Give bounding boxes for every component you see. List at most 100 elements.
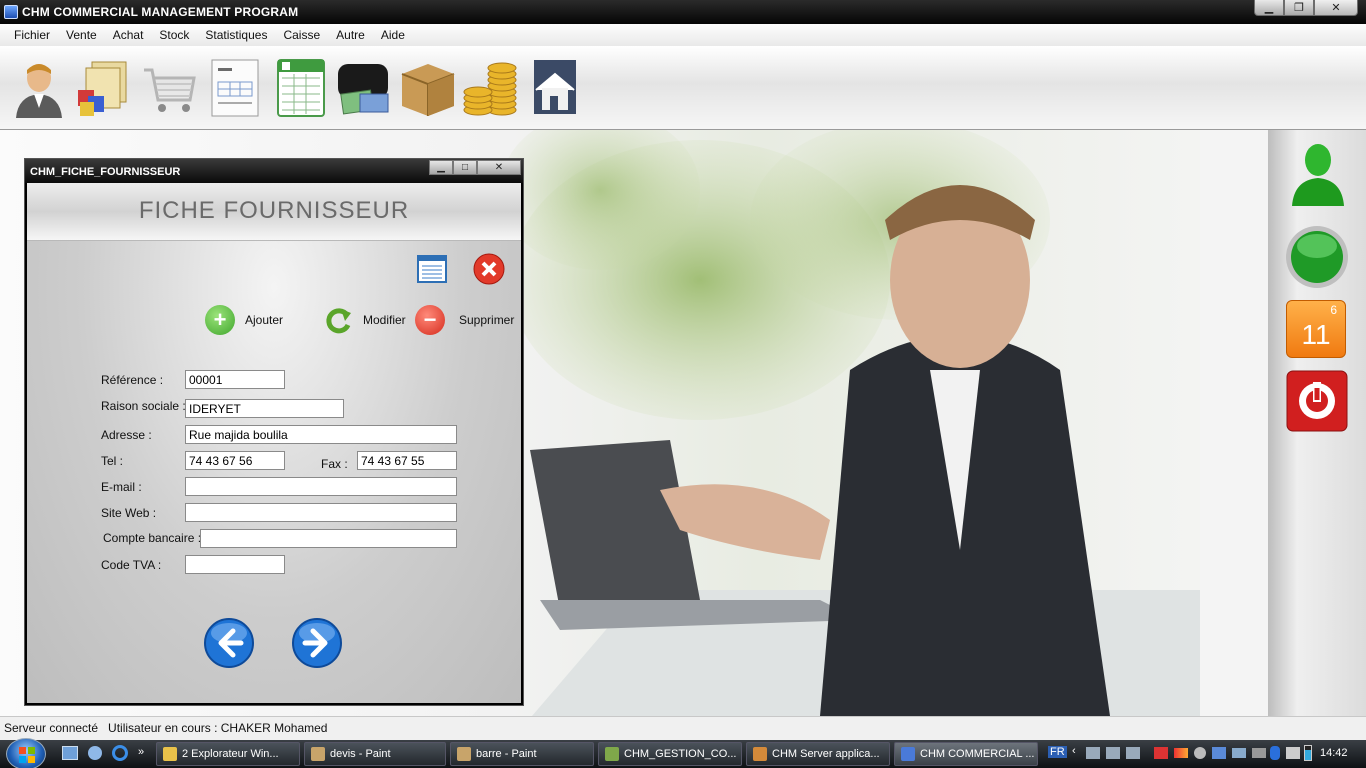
user-status-icon[interactable] [1288, 140, 1348, 208]
spreadsheet-icon[interactable] [272, 56, 330, 118]
tel-input[interactable] [185, 451, 285, 470]
raison-sociale-label: Raison sociale : [101, 399, 186, 413]
coins-icon[interactable] [462, 56, 520, 118]
cart-icon[interactable] [140, 56, 198, 118]
menu-achat[interactable]: Achat [105, 28, 152, 42]
folders-icon[interactable] [74, 56, 132, 118]
taskbar-task-chm-server[interactable]: CHM Server applica... [746, 742, 890, 766]
network-icon-3[interactable] [1126, 747, 1140, 759]
antivirus-icon[interactable] [1154, 747, 1168, 759]
previous-arrow-icon[interactable] [203, 617, 255, 669]
toolbar [0, 46, 1366, 130]
paint-icon [311, 747, 325, 761]
taskbar-task-devis-paint[interactable]: devis - Paint [304, 742, 446, 766]
show-desktop-icon[interactable] [62, 746, 78, 760]
refresh-icon [326, 308, 351, 334]
app-icon [605, 747, 619, 761]
list-icon[interactable] [417, 255, 447, 283]
settings-tray-icon[interactable] [1194, 747, 1206, 759]
restore-button[interactable]: ❐ [1284, 0, 1314, 16]
fax-input[interactable] [357, 451, 457, 470]
delete-button[interactable]: − Supprimer [415, 305, 514, 335]
menu-fichier[interactable]: Fichier [6, 28, 58, 42]
taskbar-task-barre-paint[interactable]: barre - Paint [450, 742, 594, 766]
server-icon [753, 747, 767, 761]
eject-icon[interactable] [1232, 748, 1246, 758]
minimize-button[interactable]: ▁ [1254, 0, 1284, 16]
more-chevron-icon[interactable]: » [138, 746, 144, 758]
reference-label: Référence : [101, 373, 164, 387]
taskbar-task-chm-commercial[interactable]: CHM COMMERCIAL ... [894, 742, 1038, 766]
plus-icon: + [205, 305, 235, 335]
menu-statistiques[interactable]: Statistiques [197, 28, 275, 42]
display-icon[interactable] [1212, 747, 1226, 759]
wifi-icon[interactable] [1252, 748, 1266, 758]
connection-status-icon[interactable] [1284, 224, 1350, 290]
app-titlebar: CHM COMMERCIAL MANAGEMENT PROGRAM ▁ ❐ ✕ [0, 0, 1366, 24]
paint-icon [457, 747, 471, 761]
add-button[interactable]: + Ajouter [205, 305, 283, 335]
signal-icon[interactable] [1174, 748, 1188, 758]
menu-aide[interactable]: Aide [373, 28, 413, 42]
menu-bar: Fichier Vente Achat Stock Statistiques C… [0, 24, 1366, 46]
site-web-label: Site Web : [101, 506, 157, 520]
form-heading: FICHE FOURNISSEUR [138, 197, 410, 224]
internet-explorer-icon[interactable] [112, 745, 128, 761]
quick-launch-icon[interactable] [88, 746, 102, 760]
fax-label: Fax : [321, 457, 348, 471]
app-icon [901, 747, 915, 761]
right-sidebar: 6 11 [1268, 130, 1366, 716]
taskbar-task-explorer[interactable]: 2 Explorateur Win... [156, 742, 300, 766]
folder-icon [163, 747, 177, 761]
app-title: CHM COMMERCIAL MANAGEMENT PROGRAM [22, 5, 299, 19]
raison-sociale-input[interactable] [185, 399, 344, 418]
windows-logo-icon [19, 747, 35, 763]
code-tva-input[interactable] [185, 555, 285, 574]
user-icon[interactable] [10, 56, 68, 118]
calendar-month: 6 [1330, 303, 1337, 317]
package-icon[interactable] [398, 56, 456, 118]
taskbar: » 2 Explorateur Win... devis - Paint bar… [0, 738, 1366, 768]
child-minimize-button[interactable]: ▁ [429, 160, 453, 175]
next-arrow-icon[interactable] [291, 617, 343, 669]
close-form-icon[interactable] [473, 253, 505, 285]
adresse-input[interactable] [185, 425, 457, 444]
menu-vente[interactable]: Vente [58, 28, 105, 42]
form-header: FICHE FOURNISSEUR [27, 183, 521, 241]
email-label: E-mail : [101, 480, 142, 494]
status-bar: Serveur connecté Utilisateur en cours : … [0, 716, 1366, 740]
menu-autre[interactable]: Autre [328, 28, 373, 42]
email-input[interactable] [185, 477, 457, 496]
child-maximize-button[interactable]: □ [453, 160, 477, 175]
close-button[interactable]: ✕ [1314, 0, 1358, 16]
invoice-icon[interactable] [206, 56, 264, 118]
clock[interactable]: 14:42 [1320, 747, 1348, 759]
network-icon-2[interactable] [1106, 747, 1120, 759]
menu-caisse[interactable]: Caisse [275, 28, 328, 42]
start-button[interactable] [6, 738, 46, 768]
wallet-icon[interactable] [334, 56, 392, 118]
child-close-button[interactable]: ✕ [477, 160, 521, 175]
compte-bancaire-input[interactable] [200, 529, 457, 548]
bluetooth-icon[interactable] [1270, 746, 1280, 760]
supplier-form-window: CHM_FICHE_FOURNISSEUR ▁ □ ✕ FICHE FOURNI… [24, 158, 524, 706]
taskbar-task-chm-gestion[interactable]: CHM_GESTION_CO... [598, 742, 742, 766]
network-icon[interactable] [1086, 747, 1100, 759]
power-off-icon[interactable] [1286, 370, 1348, 432]
calendar-day: 11 [1301, 319, 1331, 350]
system-tray: FR ‹ 14:42 [1046, 740, 1366, 768]
language-indicator[interactable]: FR [1048, 746, 1067, 758]
window-controls: ▁ ❐ ✕ [1254, 0, 1358, 16]
volume-icon[interactable] [1286, 747, 1300, 759]
edit-button[interactable]: Modifier [323, 305, 406, 335]
menu-stock[interactable]: Stock [151, 28, 197, 42]
calendar-icon[interactable]: 6 11 [1286, 300, 1346, 358]
battery-icon[interactable] [1304, 745, 1312, 761]
house-icon[interactable] [528, 56, 586, 118]
tray-expand-icon[interactable]: ‹ [1072, 745, 1076, 757]
site-web-input[interactable] [185, 503, 457, 522]
reference-input[interactable] [185, 370, 285, 389]
compte-bancaire-label: Compte bancaire : [103, 531, 202, 545]
status-text: Serveur connecté Utilisateur en cours : … [4, 721, 328, 735]
code-tva-label: Code TVA : [101, 558, 162, 572]
